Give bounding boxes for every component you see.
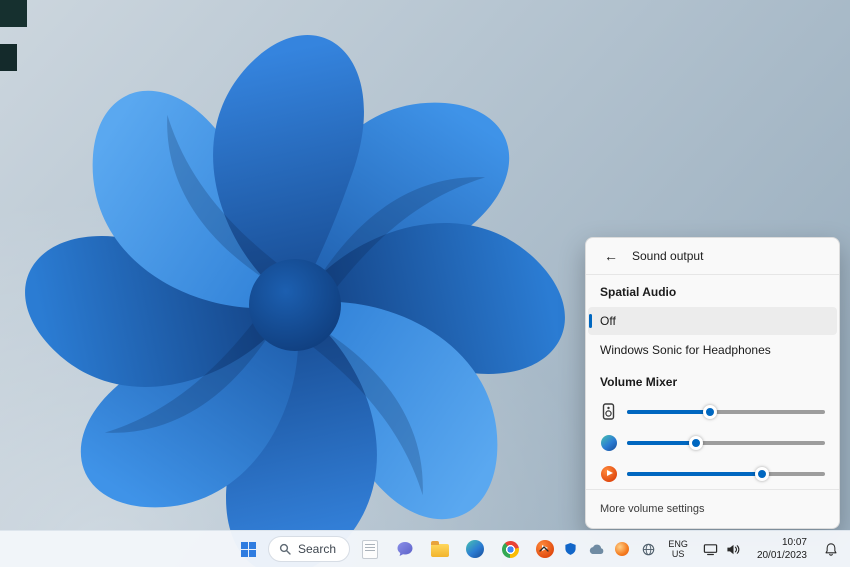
notification-bell-icon [824,542,838,557]
system-volume-slider[interactable] [627,405,825,419]
windows-logo-icon [241,542,256,557]
taskbar-app-chat[interactable] [390,534,420,564]
volume-mixer-section: Volume Mixer [586,365,839,489]
back-button[interactable]: ← [600,247,622,265]
taskbar-app-edge[interactable] [460,534,490,564]
desktop: ← Sound output Spatial Audio Off Windows… [0,0,850,567]
slider-fill [627,441,696,445]
tray-firefox[interactable] [609,535,635,563]
system-tray: ENG US 10:07 20/01/2023 [531,531,847,567]
file-explorer-icon [431,544,449,557]
taskbar-search[interactable]: Search [268,536,350,562]
language-line2: US [672,549,685,559]
option-label: Windows Sonic for Headphones [600,343,771,357]
edge-icon [466,540,484,558]
slider-fill [627,410,710,414]
artifact-square-top-left [0,0,27,27]
edge-volume-slider[interactable] [627,436,825,450]
hidden-icons-chevron[interactable] [531,535,557,563]
spatial-audio-option-off[interactable]: Off [588,307,837,335]
tray-globe[interactable] [635,535,661,563]
media-volume-slider[interactable] [627,467,825,481]
spatial-audio-label: Spatial Audio [586,275,839,306]
option-label: Off [600,314,616,328]
taskbar-app-file-explorer[interactable] [425,534,455,564]
chrome-icon [502,541,519,558]
network-volume-group[interactable] [695,535,749,563]
cloud-icon [588,544,604,555]
notepad-icon [362,540,378,559]
search-icon [279,543,291,555]
taskbar-center-group: Search [233,531,560,567]
firefox-icon [615,542,629,556]
chevron-up-icon [539,546,549,552]
taskbar: Search [0,530,850,567]
system-speaker-icon [600,403,617,420]
flyout-footer: More volume settings [586,489,839,528]
taskbar-app-notepad[interactable] [355,534,385,564]
media-player-app-icon [600,465,617,482]
volume-mixer-label: Volume Mixer [586,365,839,396]
clock-time: 10:07 [782,536,807,549]
more-volume-settings-link[interactable]: More volume settings [600,503,705,515]
slider-thumb[interactable] [689,436,703,450]
artifact-square-left-edge [0,44,17,71]
spatial-audio-section: Spatial Audio Off Windows Sonic for Head… [586,275,839,364]
flyout-title: Sound output [632,249,703,263]
chat-icon [396,540,414,558]
tray-onedrive[interactable] [583,535,609,563]
network-icon [703,543,718,556]
shield-icon [564,542,577,556]
spatial-audio-option-windows-sonic[interactable]: Windows Sonic for Headphones [588,336,837,364]
flyout-header: ← Sound output [586,238,839,275]
selected-accent-bar [589,314,592,328]
clock-date: 20/01/2023 [757,549,807,562]
language-line1: ENG [668,539,688,549]
slider-fill [627,472,762,476]
volume-row-media-player [586,458,839,489]
volume-icon [726,543,741,556]
taskbar-app-chrome[interactable] [495,534,525,564]
notification-bell[interactable] [815,535,847,563]
volume-row-system [586,396,839,427]
tray-windows-security[interactable] [557,535,583,563]
slider-thumb[interactable] [703,405,717,419]
sound-output-flyout: ← Sound output Spatial Audio Off Windows… [585,237,840,529]
language-indicator[interactable]: ENG US [661,539,695,560]
search-label: Search [298,542,336,556]
volume-row-edge [586,427,839,458]
globe-icon [642,543,655,556]
edge-app-icon [600,434,617,451]
clock[interactable]: 10:07 20/01/2023 [749,536,815,562]
start-button[interactable] [233,534,263,564]
slider-thumb[interactable] [755,467,769,481]
